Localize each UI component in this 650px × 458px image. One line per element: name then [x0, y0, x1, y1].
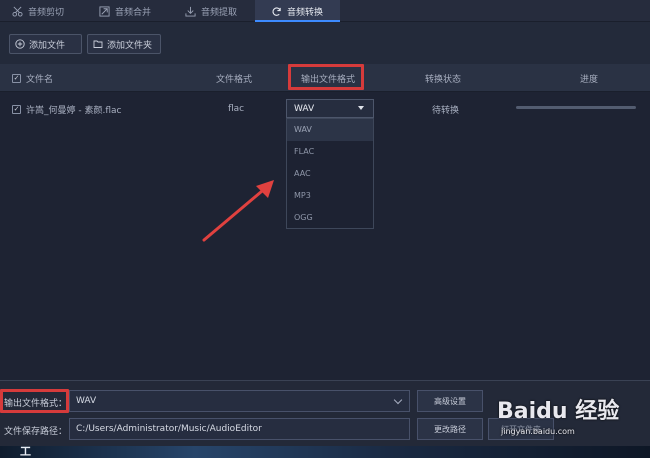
- dropdown-option-flac[interactable]: FLAC: [287, 141, 373, 163]
- refresh-icon: [272, 6, 281, 16]
- change-path-button[interactable]: 更改路径: [417, 418, 483, 440]
- annotation-arrow-icon: [202, 180, 274, 242]
- bottom-output-format-value: WAV: [76, 396, 97, 406]
- tab-label: 音频转换: [287, 7, 324, 18]
- caret-down-icon: [358, 106, 364, 110]
- watermark-logo: Baidu 经验: [497, 399, 620, 424]
- progress-bar: [516, 106, 636, 109]
- tab-bar: 音频剪切 音频合并 音频提取 音频转换: [0, 0, 650, 22]
- output-format-dropdown: WAV FLAC AAC MP3 OGG: [286, 118, 374, 229]
- row-file-name: 许嵩_何曼婷 - 素颜.flac: [26, 105, 122, 116]
- save-path-field[interactable]: C:/Users/Administrator/Music/AudioEditor: [69, 418, 410, 440]
- tab-label: 音频提取: [201, 7, 238, 18]
- dropdown-option-aac[interactable]: AAC: [287, 163, 373, 185]
- chevron-down-icon: [393, 395, 403, 405]
- highlight-box-header: [288, 64, 364, 90]
- extract-icon: [185, 6, 196, 17]
- output-format-select[interactable]: WAV: [286, 99, 374, 118]
- highlight-box-bottom: [0, 389, 69, 413]
- header-progress-label: 进度: [580, 74, 599, 85]
- add-folder-label: 添加文件夹: [107, 40, 153, 51]
- row-name-cell: ✓ 许嵩_何曼婷 - 素颜.flac: [12, 95, 121, 123]
- output-format-value: WAV: [294, 103, 315, 114]
- tab-label: 音频合并: [115, 7, 152, 18]
- dropdown-option-mp3[interactable]: MP3: [287, 184, 373, 206]
- bottom-output-format-select[interactable]: WAV: [69, 390, 410, 412]
- toolbar: 添加文件 添加文件夹: [0, 22, 650, 64]
- taskbar: 工: [0, 445, 650, 458]
- header-name: ✓ 文件名: [12, 64, 53, 92]
- header-status-label: 转换状态: [425, 74, 462, 85]
- row-file-format: flac: [228, 104, 245, 114]
- dropdown-option-wav[interactable]: WAV: [287, 119, 373, 141]
- header-status: 转换状态: [425, 64, 461, 92]
- taskbar-text: 工: [20, 445, 31, 458]
- select-all-checkbox[interactable]: ✓: [12, 73, 21, 83]
- tab-label: 音频剪切: [28, 7, 65, 18]
- tab-audio-convert[interactable]: 音频转换: [255, 0, 340, 22]
- add-file-label: 添加文件: [29, 40, 66, 51]
- dropdown-option-ogg[interactable]: OGG: [287, 206, 373, 228]
- add-folder-button[interactable]: 添加文件夹: [87, 34, 161, 54]
- tab-audio-extract[interactable]: 音频提取: [185, 0, 237, 22]
- header-name-label: 文件名: [26, 74, 54, 85]
- row-checkbox[interactable]: ✓: [12, 104, 21, 114]
- tab-audio-cut[interactable]: 音频剪切: [12, 0, 64, 22]
- row-format-cell: flac: [228, 95, 244, 123]
- watermark-site: jingyan.baidu.com: [501, 427, 575, 436]
- baidu-watermark: Baidu 经验 jingyan.baidu.com: [497, 393, 647, 443]
- header-format-label: 文件格式: [216, 74, 253, 85]
- advanced-settings-button[interactable]: 高级设置: [417, 390, 483, 412]
- folder-icon: [93, 40, 103, 48]
- scissors-icon: [12, 6, 23, 17]
- add-file-button[interactable]: 添加文件: [9, 34, 82, 54]
- merge-icon: [99, 5, 110, 17]
- save-path-label: 文件保存路径：: [4, 427, 68, 437]
- tab-audio-merge[interactable]: 音频合并: [99, 0, 151, 22]
- row-status-cell: 待转换: [432, 95, 459, 123]
- save-path-value: C:/Users/Administrator/Music/AudioEditor: [76, 424, 262, 434]
- header-progress: 进度: [580, 64, 598, 92]
- plus-circle-icon: [15, 39, 25, 49]
- row-status: 待转换: [432, 105, 460, 116]
- header-format: 文件格式: [216, 64, 252, 92]
